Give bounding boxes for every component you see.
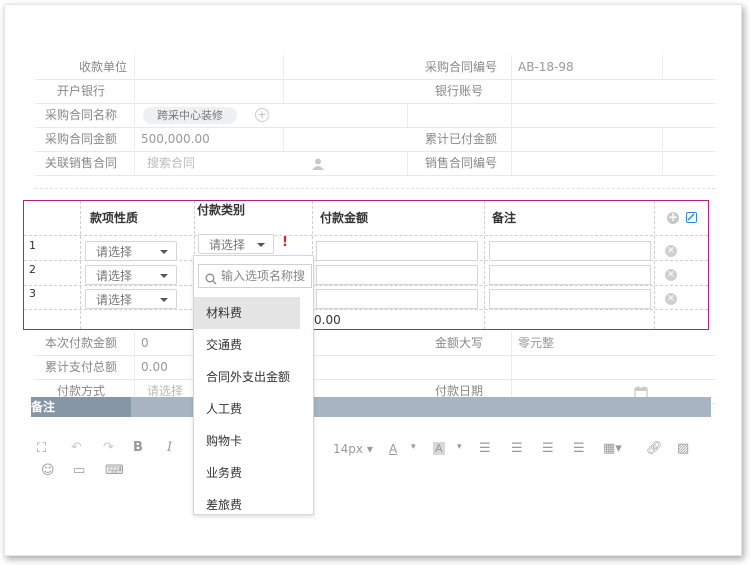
- dropdown-option[interactable]: 人工费: [194, 393, 300, 425]
- field-label: 金额大写: [434, 336, 483, 350]
- form-row: 采购合同金额 500,000.00 累计已付金额: [35, 127, 715, 152]
- dropdown-option[interactable]: 交通费: [194, 329, 300, 361]
- remove-row-icon[interactable]: ✕: [665, 245, 677, 257]
- nature-select[interactable]: 请选择: [85, 241, 177, 261]
- add-contract-icon[interactable]: +: [255, 108, 269, 122]
- option-search-input[interactable]: 输入选项名称搜: [198, 264, 312, 288]
- add-row-icon[interactable]: +: [667, 211, 679, 224]
- row-number: 1: [29, 239, 36, 252]
- redo-icon[interactable]: ↷: [103, 440, 114, 455]
- col-header-nature: 款项性质: [90, 211, 139, 225]
- field-label: 本次付款金额: [44, 336, 117, 350]
- dropdown-option[interactable]: 差旅费: [194, 489, 300, 514]
- nature-select[interactable]: 请选择: [85, 265, 177, 285]
- category-dropdown: 输入选项名称搜 材料费 交通费 合同外支出金额 人工费 购物卡 业务费 差旅费: [193, 255, 314, 515]
- field-label: 采购合同金额: [44, 132, 117, 146]
- payee-field[interactable]: [135, 55, 283, 79]
- emoji-icon[interactable]: ☺: [41, 463, 55, 478]
- bank-account-field[interactable]: [512, 79, 662, 103]
- search-icon: [205, 270, 217, 285]
- remarks-label: 备注: [31, 400, 56, 414]
- chevron-down-icon: [257, 243, 265, 247]
- form-row: 开户银行 银行账号: [35, 79, 715, 104]
- remark-input[interactable]: [489, 265, 651, 285]
- current-payment: 0: [141, 336, 149, 350]
- image-icon[interactable]: ▨: [677, 441, 689, 456]
- edit-icon[interactable]: [686, 212, 697, 223]
- field-label: 银行账号: [434, 84, 483, 98]
- dropdown-option[interactable]: 购物卡: [194, 425, 300, 457]
- purchase-contract-no: AB-18-98: [518, 60, 574, 74]
- payment-table: 款项性质 付款类别 付款金额 备注 + 1 请选择 请选择 ! ✕ 2 请选择 …: [23, 200, 709, 330]
- field-label: 采购合同名称: [44, 108, 117, 122]
- align-center-icon[interactable]: ☰: [542, 441, 554, 456]
- remove-row-icon[interactable]: ✕: [665, 293, 677, 305]
- required-mark: !: [282, 235, 288, 250]
- bold-button[interactable]: B: [133, 440, 143, 455]
- bank-field[interactable]: [135, 79, 283, 103]
- align-right-icon[interactable]: ☰: [511, 441, 523, 456]
- bg-color-button[interactable]: A: [433, 442, 445, 455]
- col-header-category: 付款类别: [197, 203, 246, 217]
- field-label: 开户银行: [56, 84, 105, 98]
- amount-input[interactable]: [316, 289, 478, 309]
- cumulative-total: 0.00: [141, 360, 168, 374]
- form-row: 累计支付总额 0.00: [35, 355, 715, 380]
- field-label: 累计已付金额: [424, 132, 497, 146]
- dropdown-option[interactable]: 业务费: [194, 457, 300, 489]
- keyboard-icon[interactable]: ⌨: [105, 463, 124, 478]
- remark-input[interactable]: [489, 289, 651, 309]
- remark-input[interactable]: [489, 241, 651, 261]
- form-row: 收款单位 采购合同编号 AB-18-98: [35, 55, 715, 80]
- divider: [35, 188, 715, 189]
- app-window: 收款单位 采购合同编号 AB-18-98 开户银行 银行账号 采购合同名称 跨采…: [4, 4, 742, 556]
- row-number: 3: [29, 287, 36, 300]
- amount-total: 0.00: [314, 313, 341, 327]
- field-label: 关联销售合同: [44, 156, 117, 170]
- justify-icon[interactable]: ☰: [573, 441, 585, 456]
- table-icon[interactable]: ▦▾: [603, 441, 622, 456]
- col-header-remark: 备注: [492, 211, 517, 225]
- calendar-icon[interactable]: [634, 384, 648, 399]
- form-row: 采购合同名称 跨采中心装修 +: [35, 103, 715, 128]
- font-size-select[interactable]: 14px ▾: [333, 442, 373, 456]
- paid-amount-field: [512, 127, 662, 151]
- form-row: 本次付款金额 0 金额大写 零元整: [35, 331, 715, 356]
- category-select[interactable]: 请选择: [198, 234, 274, 254]
- italic-button[interactable]: I: [167, 440, 172, 455]
- form-row: 关联销售合同 搜索合同 销售合同编号: [35, 151, 715, 176]
- chevron-down-icon: [160, 298, 168, 302]
- field-label: 累计支付总额: [44, 360, 117, 374]
- amount-in-words: 零元整: [518, 336, 555, 350]
- amount-input[interactable]: [316, 265, 478, 285]
- field-label: 销售合同编号: [424, 156, 497, 170]
- font-color-button[interactable]: A: [389, 442, 397, 456]
- sales-contract-search[interactable]: 搜索合同: [141, 151, 281, 175]
- align-left-icon[interactable]: ☰: [479, 441, 491, 456]
- dropdown-option[interactable]: 合同外支出金额: [194, 361, 313, 393]
- comment-icon[interactable]: ▭: [73, 463, 85, 478]
- remove-row-icon[interactable]: ✕: [665, 269, 677, 281]
- dropdown-option[interactable]: 材料费: [194, 297, 300, 329]
- amount-input[interactable]: [316, 241, 478, 261]
- sales-contract-no-field: [512, 151, 662, 175]
- link-icon[interactable]: 🔗︎: [646, 441, 663, 456]
- contract-tag[interactable]: 跨采中心装修: [143, 107, 237, 124]
- field-label: 收款单位: [78, 60, 127, 74]
- contract-amount: 500,000.00: [141, 132, 210, 146]
- chevron-down-icon[interactable]: ▾: [457, 442, 462, 452]
- nature-select[interactable]: 请选择: [85, 289, 177, 309]
- chevron-down-icon: [160, 274, 168, 278]
- row-number: 2: [29, 263, 36, 276]
- fullscreen-icon[interactable]: ⛶: [37, 441, 46, 456]
- user-icon[interactable]: [311, 156, 325, 170]
- editor-toolbar: ⛶ ↶ ↷ B I 14px ▾ A ▾ A ▾ ☰ ☰ ☰ ☰ ▦▾ 🔗︎ ▨…: [35, 435, 715, 485]
- field-label: 采购合同编号: [424, 60, 497, 74]
- chevron-down-icon: [160, 250, 168, 254]
- remarks-section-bar: 备注: [31, 397, 711, 417]
- undo-icon[interactable]: ↶: [71, 440, 82, 455]
- chevron-down-icon[interactable]: ▾: [411, 442, 416, 452]
- col-header-amount: 付款金额: [320, 211, 369, 225]
